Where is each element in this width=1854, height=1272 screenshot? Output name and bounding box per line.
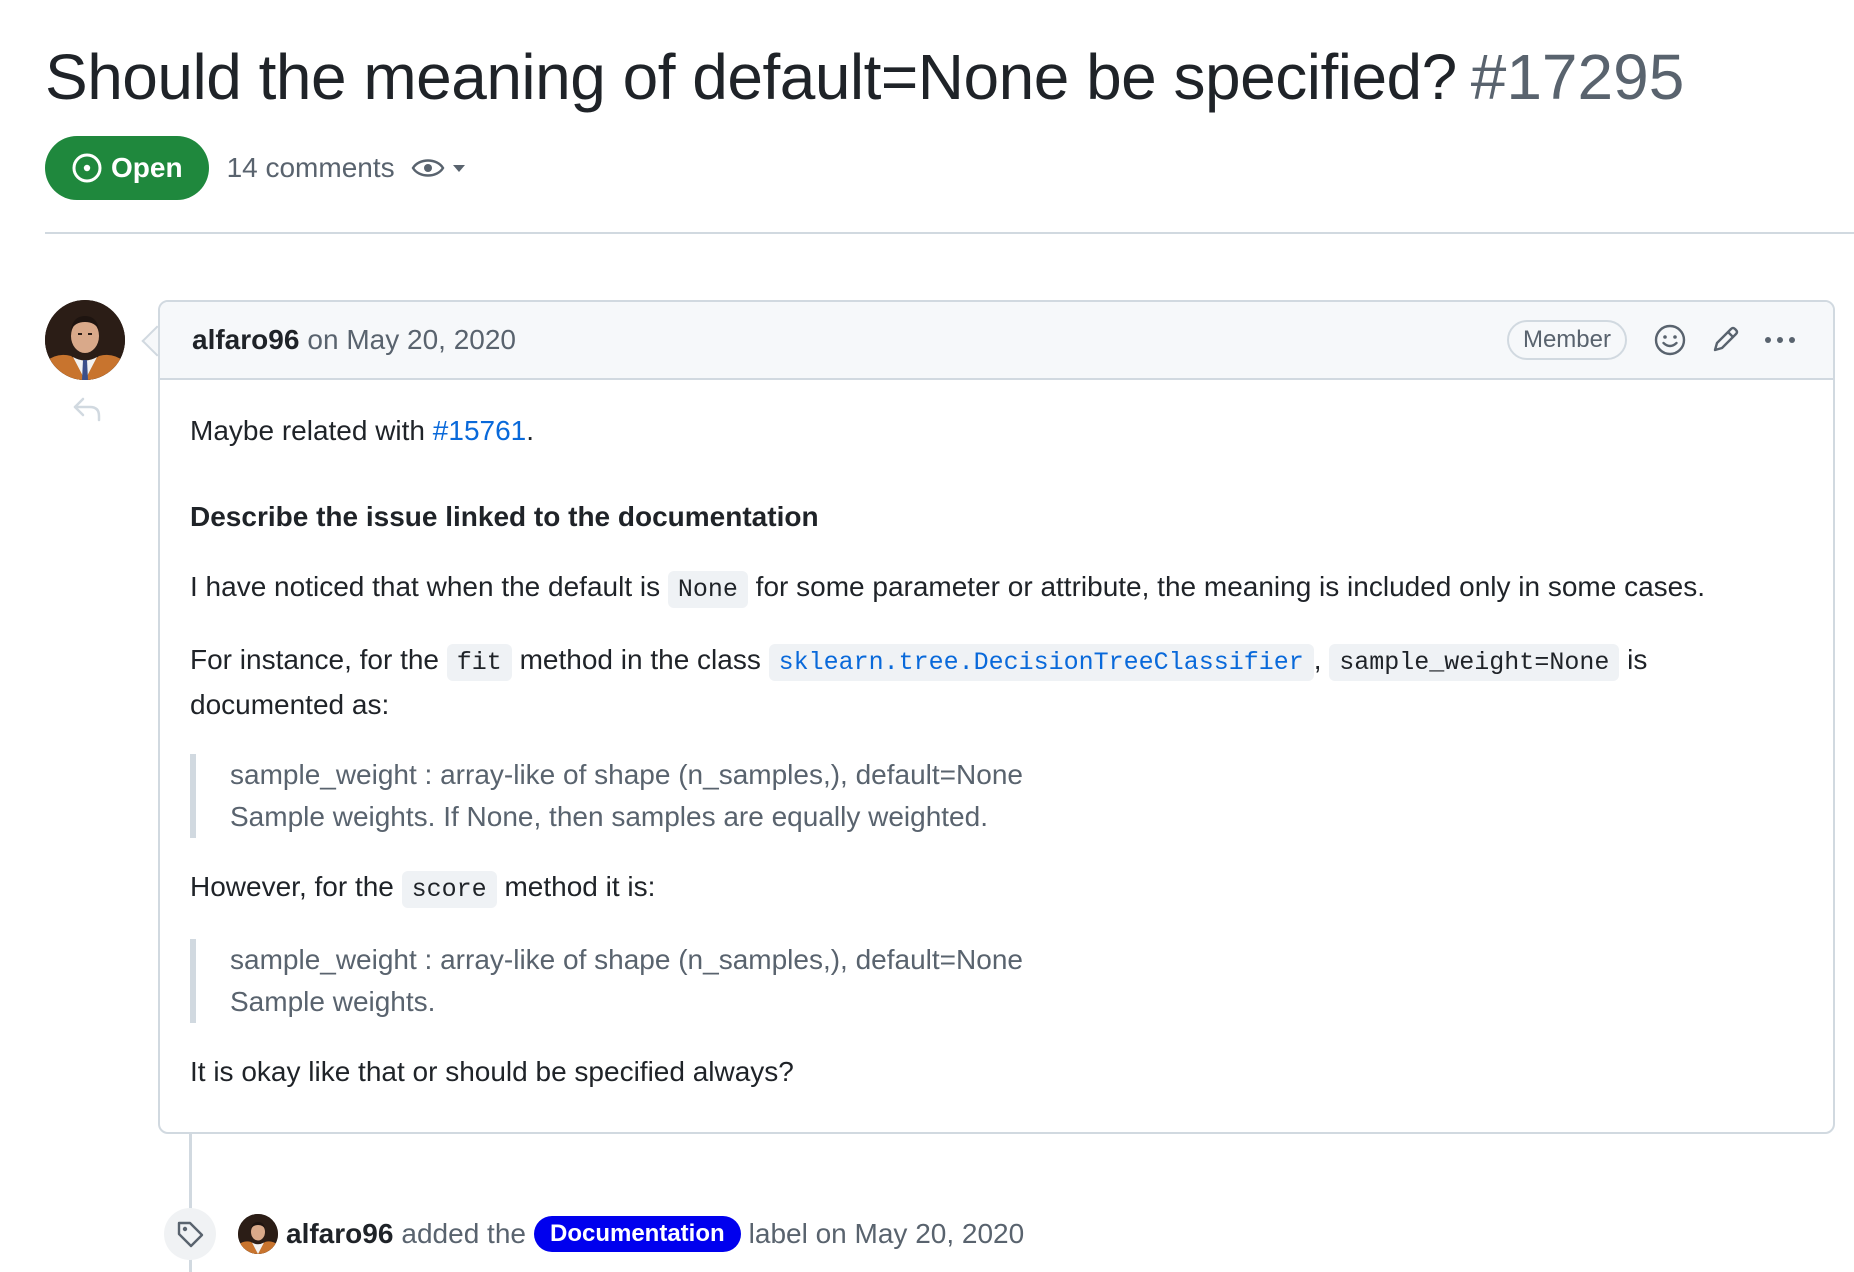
- text: ,: [1313, 644, 1322, 675]
- avatar-image: [238, 1214, 278, 1254]
- timeline-event: alfaro96 added the Documentation label o…: [238, 1212, 1024, 1256]
- text: method in the class: [511, 644, 769, 675]
- paragraph: Maybe related with #15761.: [190, 410, 1803, 452]
- inline-code: None: [667, 571, 748, 608]
- kebab-horizontal-icon: [1765, 337, 1795, 343]
- issue-title: Should the meaning of default=None be sp…: [45, 41, 1457, 113]
- paragraph: It is okay like that or should be specif…: [190, 1056, 794, 1087]
- text: for some parameter or attribute, the mea…: [747, 571, 1706, 602]
- issue-link[interactable]: #15761: [433, 415, 526, 446]
- text: I have noticed that when the default is: [190, 571, 668, 602]
- issue-state-badge: Open: [45, 136, 209, 200]
- paragraph: I have noticed that when the default is …: [190, 566, 1803, 611]
- blockquote: sample_weight : array-like of shape (n_s…: [190, 939, 1803, 1023]
- text: However, for the: [190, 871, 402, 902]
- avatar[interactable]: [45, 300, 125, 380]
- quote-line: Sample weights. If None, then samples ar…: [230, 801, 988, 832]
- comment-header: alfaro96 on May 20, 2020 Member: [160, 302, 1833, 380]
- section-heading: Describe the issue linked to the documen…: [190, 501, 819, 532]
- timeline-event-badge: [164, 1208, 216, 1260]
- comment-body: Maybe related with #15761. Describe the …: [160, 380, 1833, 1093]
- issue-state-label: Open: [111, 152, 183, 183]
- more-options-button[interactable]: [1763, 335, 1797, 345]
- blockquote: sample_weight : array-like of shape (n_s…: [190, 754, 1803, 838]
- edit-button[interactable]: [1709, 324, 1741, 356]
- pencil-icon: [1713, 326, 1739, 352]
- header-divider: [45, 232, 1854, 234]
- quote-line: sample_weight : array-like of shape (n_s…: [230, 759, 1023, 790]
- quote-line: sample_weight : array-like of shape (n_s…: [230, 944, 1023, 975]
- documentation-label[interactable]: Documentation: [533, 1216, 741, 1252]
- inline-code: fit: [446, 644, 512, 681]
- comment-box: alfaro96 on May 20, 2020 Member Maybe re…: [158, 300, 1835, 1134]
- triangle-down-icon: [452, 165, 465, 172]
- quote-line: Sample weights.: [230, 986, 436, 1017]
- issue-state-row: Open 14 comments: [45, 136, 467, 200]
- comment-header-actions: Member: [1506, 302, 1797, 378]
- inline-code: sample_weight=None: [1329, 644, 1620, 681]
- avatar-image: [45, 300, 125, 380]
- class-link-code[interactable]: sklearn.tree.DecisionTreeClassifier: [768, 644, 1314, 681]
- role-badge: Member: [1506, 320, 1627, 360]
- paragraph: However, for the score method it is:: [190, 866, 1803, 911]
- comments-count[interactable]: 14 comments: [227, 152, 395, 184]
- issue-title-row: Should the meaning of default=None be sp…: [45, 40, 1684, 114]
- comment-author[interactable]: alfaro96: [192, 324, 299, 356]
- text: For instance, for the: [190, 644, 447, 675]
- issue-opened-icon: [72, 153, 102, 183]
- text: .: [526, 415, 535, 446]
- watch-button[interactable]: [411, 156, 467, 180]
- add-reaction-button[interactable]: [1653, 323, 1687, 357]
- event-author[interactable]: alfaro96: [286, 1218, 393, 1250]
- comment-date[interactable]: on May 20, 2020: [307, 324, 516, 356]
- paragraph: For instance, for the fit method in the …: [190, 639, 1803, 726]
- text: method it is:: [496, 871, 656, 902]
- smiley-icon: [1654, 324, 1686, 356]
- text: Maybe related with: [190, 415, 433, 446]
- avatar[interactable]: [238, 1214, 278, 1254]
- tag-icon: [177, 1221, 204, 1248]
- event-text[interactable]: label on May 20, 2020: [749, 1218, 1025, 1250]
- inline-code: score: [401, 871, 497, 908]
- issue-number: #17295: [1470, 41, 1685, 113]
- eye-icon: [411, 159, 445, 177]
- event-text: added the: [401, 1218, 526, 1249]
- reply-icon[interactable]: [72, 396, 102, 427]
